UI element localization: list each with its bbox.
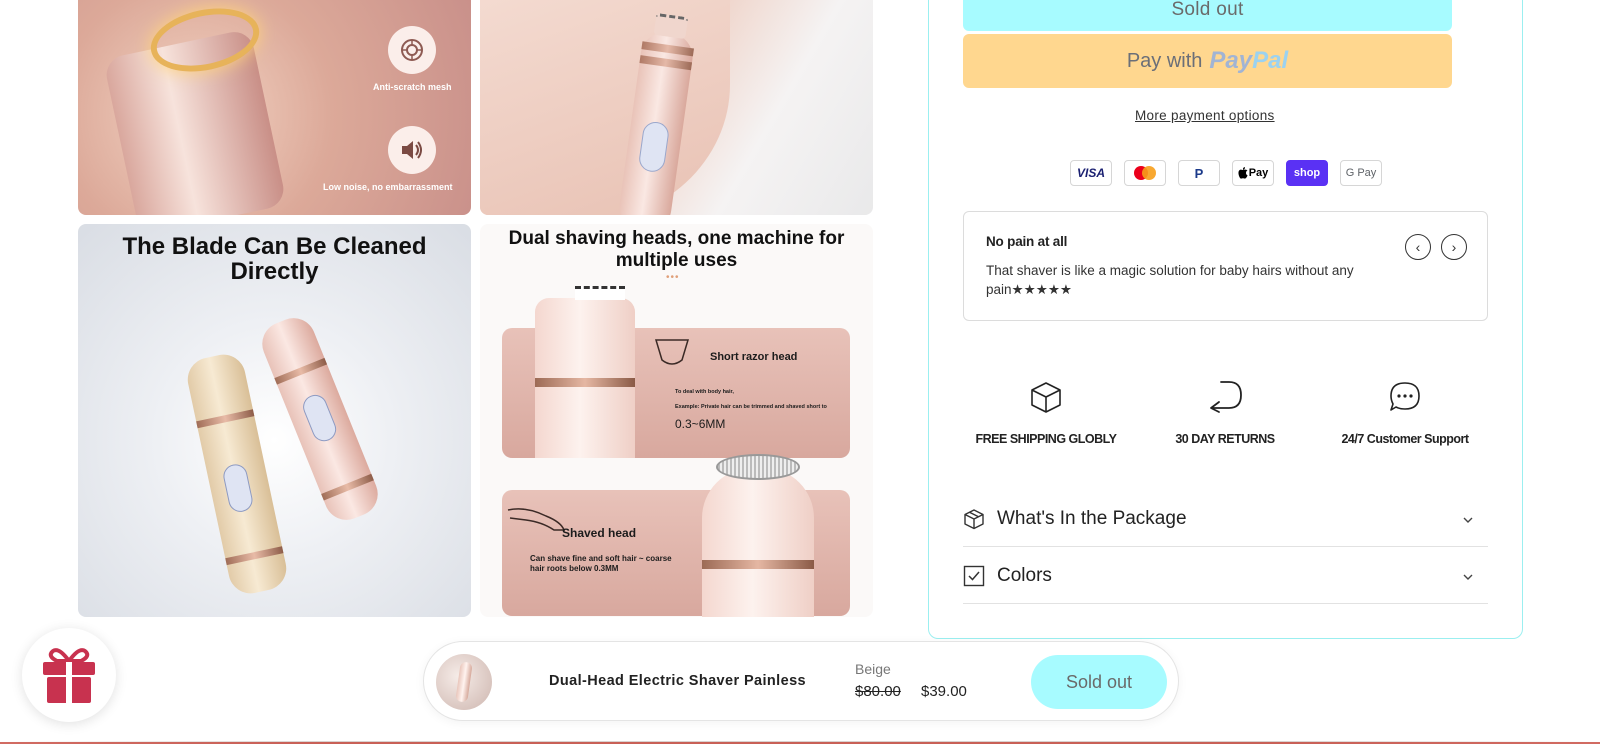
leg-outline-icon xyxy=(507,508,566,531)
sticky-sold-out-button[interactable]: Sold out xyxy=(1031,655,1167,709)
sticky-add-to-cart-bar: Dual-Head Electric Shaver Painless Beige… xyxy=(423,641,1179,721)
tile-title: The Blade Can Be Cleaned Directly xyxy=(122,233,427,285)
razor-head-line1: To deal with body hair, xyxy=(675,389,734,395)
google-pay-icon: G Pay xyxy=(1340,160,1382,186)
briefs-outline-icon xyxy=(654,339,690,365)
sticky-variant: Beige xyxy=(855,661,891,677)
chevron-right-icon[interactable]: › xyxy=(1441,234,1467,260)
feature-free-shipping: FREE SHIPPING GLOBLY xyxy=(961,380,1131,446)
apple-pay-icon: Pay xyxy=(1232,160,1274,186)
gift-widget-button[interactable] xyxy=(22,628,116,722)
gallery-image-cleaning[interactable]: The Blade Can Be Cleaned Directly xyxy=(78,224,471,617)
visa-card-icon: VISA xyxy=(1070,160,1112,186)
product-thumbnail[interactable] xyxy=(436,654,492,710)
payment-icons: VISA P Pay shop G Pay xyxy=(1070,160,1382,186)
product-page: Anti-scratch mesh Low noise, no embarras… xyxy=(0,0,1600,744)
compare-at-price: $80.00 xyxy=(855,683,901,700)
more-payment-options-link[interactable]: More payment options xyxy=(1135,108,1275,123)
review-title: No pain at all xyxy=(986,234,1068,249)
beige-shaver-image xyxy=(183,350,291,598)
sticky-product-name: Dual-Head Electric Shaver Painless xyxy=(549,673,806,689)
paypal-prefix: Pay with xyxy=(1126,49,1203,72)
paypal-card-icon: P xyxy=(1178,160,1220,186)
razor-head-line2: Example: Private hair can be trimmed and… xyxy=(675,404,827,410)
chevron-down-icon xyxy=(1458,569,1478,583)
shaver-head-image xyxy=(702,454,814,617)
chat-bubble-icon xyxy=(1320,380,1490,420)
shaved-head-heading: Shaved head xyxy=(562,526,637,540)
box-icon xyxy=(961,380,1131,420)
feature-label: 30 DAY RETURNS xyxy=(1175,432,1275,446)
gift-icon xyxy=(43,648,95,703)
feature-label: FREE SHIPPING GLOBLY xyxy=(975,432,1117,446)
accordion-colors[interactable]: Colors xyxy=(963,548,1488,604)
accordion-label: Colors xyxy=(997,564,1052,586)
sale-price: $39.00 xyxy=(921,683,967,700)
return-arrow-icon xyxy=(1140,380,1310,420)
caption-mesh: Anti-scratch mesh xyxy=(373,82,452,92)
paypal-logo-pay: Pay xyxy=(1209,47,1253,74)
chevron-down-icon xyxy=(1458,512,1478,526)
shaved-head-text: Can shave fine and soft hair ~ coarse ha… xyxy=(530,554,672,573)
chevron-left-icon[interactable]: ‹ xyxy=(1405,234,1431,260)
gallery-image-dual-heads[interactable]: Dual shaving heads, one machine for mult… xyxy=(480,224,873,617)
mastercard-icon xyxy=(1124,160,1166,186)
pink-shaver-image xyxy=(255,311,385,527)
gallery-image-underarm[interactable] xyxy=(480,0,873,215)
review-slider: No pain at all That shaver is like a mag… xyxy=(963,211,1488,321)
sold-out-button[interactable]: Sold out xyxy=(963,0,1452,31)
review-text: That shaver is like a magic solution for… xyxy=(986,263,1354,297)
package-icon xyxy=(963,508,985,530)
paypal-logo-pal: Pal xyxy=(1252,47,1289,74)
gallery-image-mesh[interactable]: Anti-scratch mesh Low noise, no embarras… xyxy=(78,0,471,215)
accordion-package[interactable]: What's In the Package xyxy=(963,491,1488,547)
feature-label: 24/7 Customer Support xyxy=(1341,432,1469,446)
feature-returns: 30 DAY RETURNS xyxy=(1140,380,1310,446)
accordion-label: What's In the Package xyxy=(997,507,1187,529)
speaker-icon xyxy=(388,126,436,174)
mesh-icon xyxy=(388,26,436,74)
paypal-button[interactable]: Pay with Pay Pal xyxy=(963,34,1452,88)
razor-head-image xyxy=(535,286,635,458)
shop-pay-icon: shop xyxy=(1286,160,1328,186)
tile-title: Dual shaving heads, one machine for mult… xyxy=(508,228,845,271)
caption-noise: Low noise, no embarrassment xyxy=(323,182,453,192)
razor-head-heading: Short razor head xyxy=(710,351,798,363)
feature-support: 24/7 Customer Support xyxy=(1320,380,1490,446)
arm-image xyxy=(480,0,730,215)
checkbox-icon xyxy=(963,565,985,587)
decorative-dots: ••• xyxy=(666,272,680,283)
razor-head-range: 0.3~6MM xyxy=(675,417,726,431)
